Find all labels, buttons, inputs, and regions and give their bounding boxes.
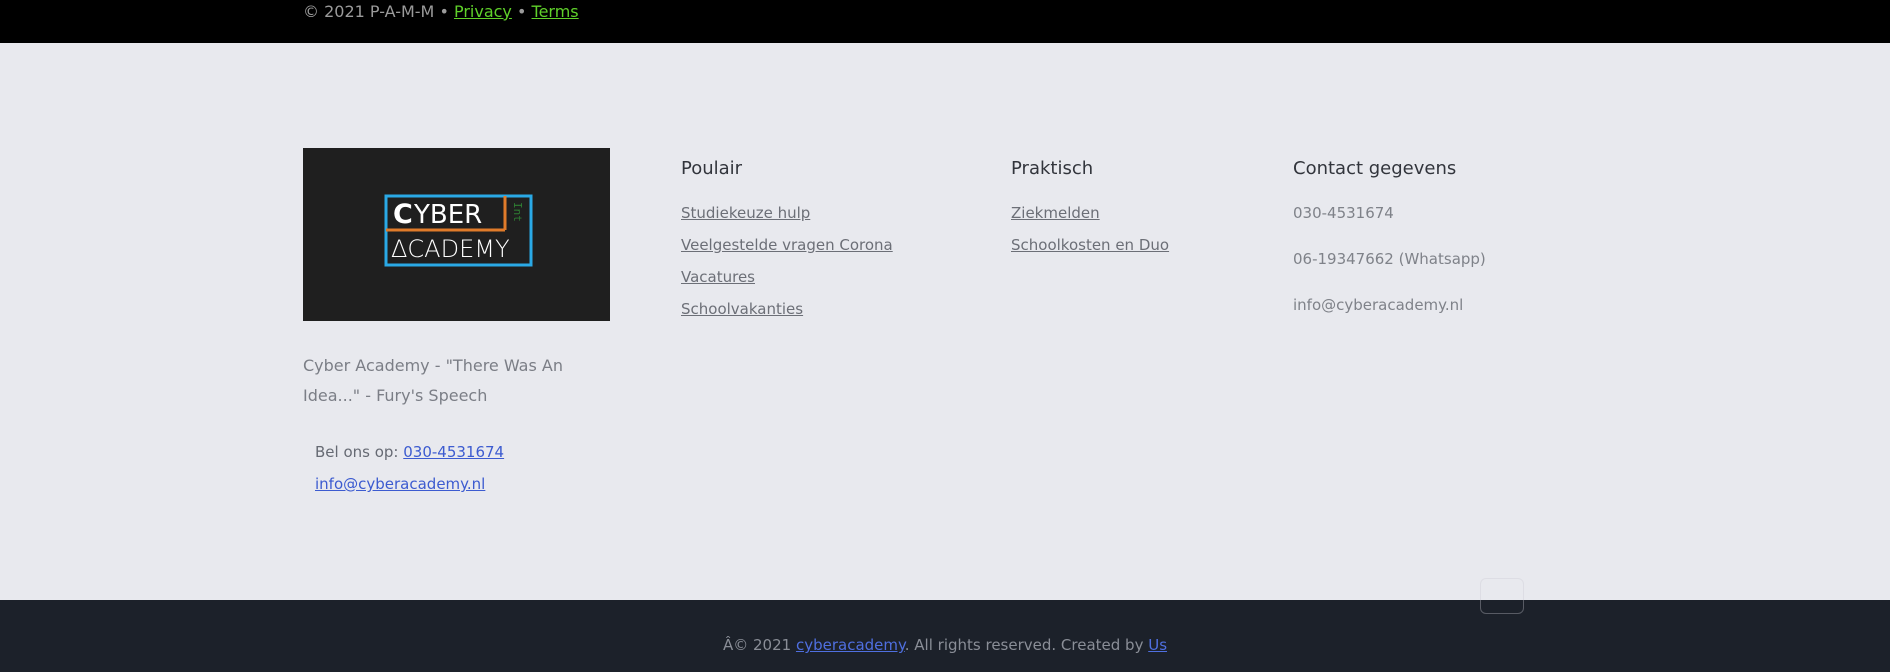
contact-whatsapp: 06-19347662 (Whatsapp) xyxy=(1293,250,1486,268)
link-vacatures[interactable]: Vacatures xyxy=(681,267,893,299)
footer-prefix: Â© 2021 xyxy=(722,636,796,654)
top-copyright-text: © 2021 P-A-M-M • Privacy • Terms xyxy=(303,1,579,23)
top-copyright-bar: © 2021 P-A-M-M • Privacy • Terms xyxy=(0,0,1890,43)
logo-int-text: Int xyxy=(511,202,524,222)
site-tagline: Cyber Academy - "There Was An Idea..." -… xyxy=(303,356,563,405)
scroll-to-top-button[interactable] xyxy=(1480,578,1524,614)
contact-column: Contact gegevens 030-4531674 06-19347662… xyxy=(1293,157,1486,341)
footer-copyright: Â© 2021 cyberacademy. All rights reserve… xyxy=(0,635,1890,655)
call-row: Bel ons op: 030-4531674 xyxy=(315,440,504,472)
separator: • xyxy=(434,2,454,21)
privacy-link[interactable]: Privacy xyxy=(454,2,512,21)
footer-middle: . All rights reserved. Created by xyxy=(904,636,1149,654)
logo-word-academy: ΔCADEMY xyxy=(391,235,510,263)
footer-site-link[interactable]: cyberacademy xyxy=(796,636,905,654)
call-phone-link[interactable]: 030-4531674 xyxy=(403,443,504,461)
copyright-label: © 2021 P-A-M-M xyxy=(303,2,435,21)
site-footer: Â© 2021 cyberacademy. All rights reserve… xyxy=(0,600,1890,672)
contact-email: info@cyberacademy.nl xyxy=(1293,296,1464,314)
logo-word-yber: YBER xyxy=(413,200,482,230)
terms-link[interactable]: Terms xyxy=(532,2,579,21)
contact-title: Contact gegevens xyxy=(1293,158,1457,179)
call-label: Bel ons op: xyxy=(315,443,404,461)
separator: • xyxy=(511,2,532,21)
contact-callbox: Bel ons op: 030-4531674 info@cyberacadem… xyxy=(315,440,504,504)
link-schoolvakanties[interactable]: Schoolvakanties xyxy=(681,299,893,331)
link-ziekmelden[interactable]: Ziekmelden xyxy=(1011,203,1169,235)
email-link[interactable]: info@cyberacademy.nl xyxy=(315,475,485,493)
popular-title: Poulair xyxy=(681,158,743,179)
practical-column: Praktisch Ziekmelden Schoolkosten en Duo xyxy=(1011,157,1169,267)
link-studiekeuze-hulp[interactable]: Studiekeuze hulp xyxy=(681,203,893,235)
contact-phone: 030-4531674 xyxy=(1293,204,1394,222)
logo-letter-c: C xyxy=(393,199,413,230)
cyber-academy-logo: C YBER Int ΔCADEMY xyxy=(303,148,610,321)
email-row: info@cyberacademy.nl xyxy=(315,472,504,504)
footer-creator-link[interactable]: Us xyxy=(1148,636,1167,654)
link-veelgestelde-vragen[interactable]: Veelgestelde vragen Corona xyxy=(681,235,893,267)
link-schoolkosten[interactable]: Schoolkosten en Duo xyxy=(1011,235,1169,267)
popular-column: Poulair Studiekeuze hulp Veelgestelde vr… xyxy=(681,157,893,331)
practical-title: Praktisch xyxy=(1011,158,1094,179)
